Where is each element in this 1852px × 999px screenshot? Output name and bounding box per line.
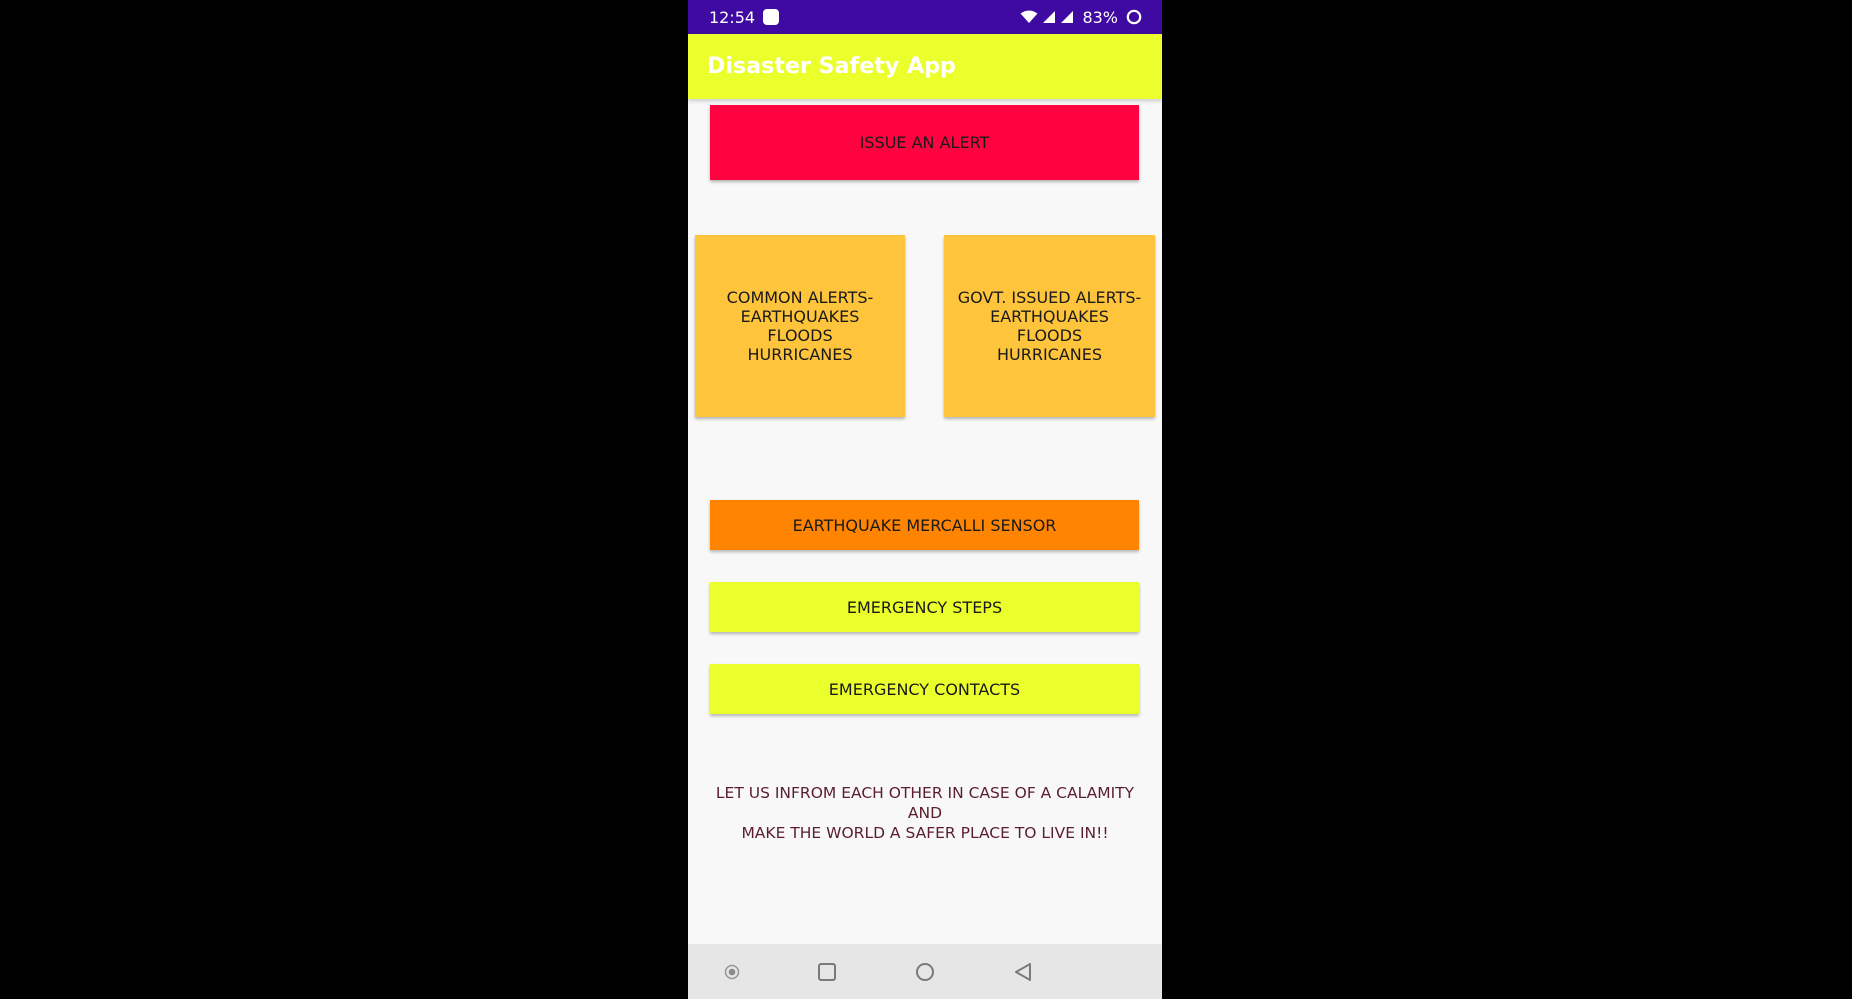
back-triangle-icon[interactable] [999, 944, 1047, 999]
signal-icon-2 [1060, 10, 1074, 24]
app-title: Disaster Safety App [707, 54, 956, 79]
common-alerts-button[interactable]: COMMON ALERTS- EARTHQUAKES FLOODS HURRIC… [695, 235, 905, 417]
status-bar: 12:54 83% [688, 0, 1162, 34]
recents-square-icon[interactable] [803, 944, 851, 999]
govt-alerts-button[interactable]: GOVT. ISSUED ALERTS- EARTHQUAKES FLOODS … [944, 235, 1155, 417]
battery-percent: 83% [1082, 7, 1118, 27]
battery-icon [1126, 9, 1142, 25]
status-time: 12:54 [709, 7, 756, 27]
notification-icon [763, 9, 780, 25]
wifi-icon [1020, 10, 1038, 24]
home-circle-icon[interactable] [901, 944, 949, 999]
emergency-steps-button[interactable]: EMERGENCY STEPS [710, 582, 1139, 632]
mercalli-sensor-button[interactable]: EARTHQUAKE MERCALLI SENSOR [710, 500, 1139, 550]
emergency-contacts-button[interactable]: EMERGENCY CONTACTS [710, 664, 1139, 714]
app-bar: Disaster Safety App [688, 34, 1162, 99]
phone-screen: 12:54 83% Disaster Safety App ISSUE AN A… [688, 0, 1162, 999]
status-icons: 83% [1020, 8, 1142, 27]
navigation-bar [688, 944, 1162, 999]
tagline-text: LET US INFROM EACH OTHER IN CASE OF A CA… [715, 784, 1135, 842]
issue-alert-button[interactable]: ISSUE AN ALERT [710, 105, 1139, 180]
dot-icon[interactable] [708, 944, 756, 999]
signal-icon [1042, 10, 1056, 24]
